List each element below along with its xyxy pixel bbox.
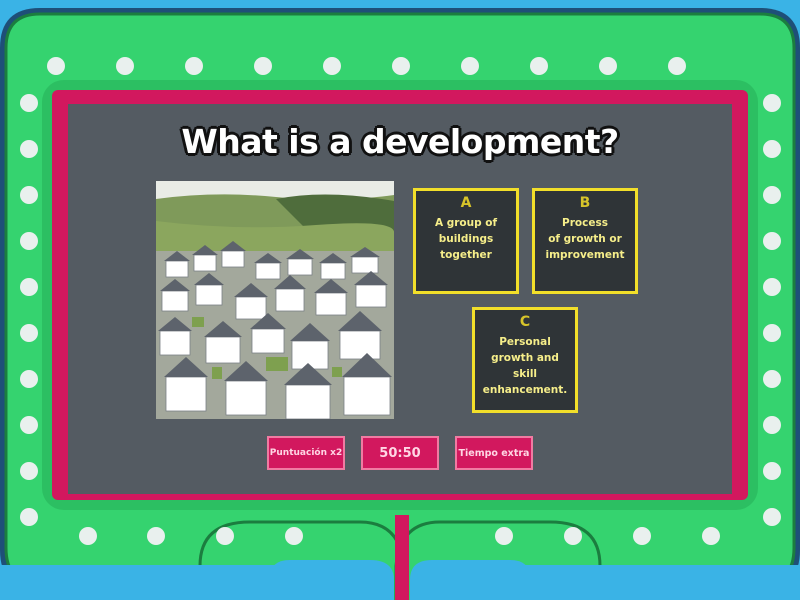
marquee-light xyxy=(599,57,617,75)
marquee-light xyxy=(20,462,38,480)
marquee-light xyxy=(20,140,38,158)
answer-option-c[interactable]: C Personal growth and skill enhancement. xyxy=(472,307,578,413)
marquee-light xyxy=(702,527,720,545)
marquee-light xyxy=(185,57,203,75)
answer-text: Process of growth or improvement xyxy=(545,217,625,261)
marquee-light xyxy=(20,232,38,250)
marquee-light xyxy=(47,57,65,75)
marquee-light xyxy=(216,527,234,545)
marquee-light xyxy=(20,94,38,112)
marquee-light xyxy=(763,186,781,204)
answer-option-b[interactable]: B Process of growth or improvement xyxy=(532,188,638,294)
double-score-button[interactable]: Puntuación x2 xyxy=(267,436,345,470)
marquee-light xyxy=(147,527,165,545)
marquee-light xyxy=(763,278,781,296)
marquee-light xyxy=(668,57,686,75)
game-frame xyxy=(0,8,800,600)
question-image xyxy=(156,181,394,419)
marquee-light xyxy=(763,370,781,388)
answer-text: A group of buildings together xyxy=(434,217,498,261)
marquee-light xyxy=(116,57,134,75)
marquee-light xyxy=(254,57,272,75)
marquee-light xyxy=(763,508,781,526)
marquee-light xyxy=(564,527,582,545)
answer-text: Personal growth and skill enhancement. xyxy=(482,336,568,396)
fifty-fifty-button[interactable]: 50:50 xyxy=(361,436,439,470)
marquee-light xyxy=(20,508,38,526)
answer-letter: C xyxy=(519,314,531,330)
marquee-light xyxy=(323,57,341,75)
marquee-light xyxy=(495,527,513,545)
marquee-light xyxy=(763,416,781,434)
marquee-light xyxy=(20,278,38,296)
extra-time-button[interactable]: Tiempo extra xyxy=(455,436,533,470)
answer-letter: B xyxy=(579,195,591,211)
housing-development-aerial-photo xyxy=(156,181,394,419)
answer-letter: A xyxy=(460,195,472,211)
marquee-light xyxy=(461,57,479,75)
marquee-light xyxy=(763,94,781,112)
answer-option-a[interactable]: A A group of buildings together xyxy=(413,188,519,294)
marquee-light xyxy=(763,462,781,480)
marquee-light xyxy=(763,140,781,158)
marquee-light xyxy=(20,416,38,434)
marquee-light xyxy=(20,324,38,342)
marquee-light xyxy=(79,527,97,545)
marquee-light xyxy=(392,57,410,75)
question-text: What is a development? xyxy=(181,122,619,161)
marquee-light xyxy=(763,324,781,342)
marquee-light xyxy=(633,527,651,545)
marquee-light xyxy=(763,232,781,250)
marquee-light xyxy=(530,57,548,75)
marquee-light xyxy=(20,370,38,388)
marquee-light xyxy=(20,186,38,204)
marquee-light xyxy=(285,527,303,545)
